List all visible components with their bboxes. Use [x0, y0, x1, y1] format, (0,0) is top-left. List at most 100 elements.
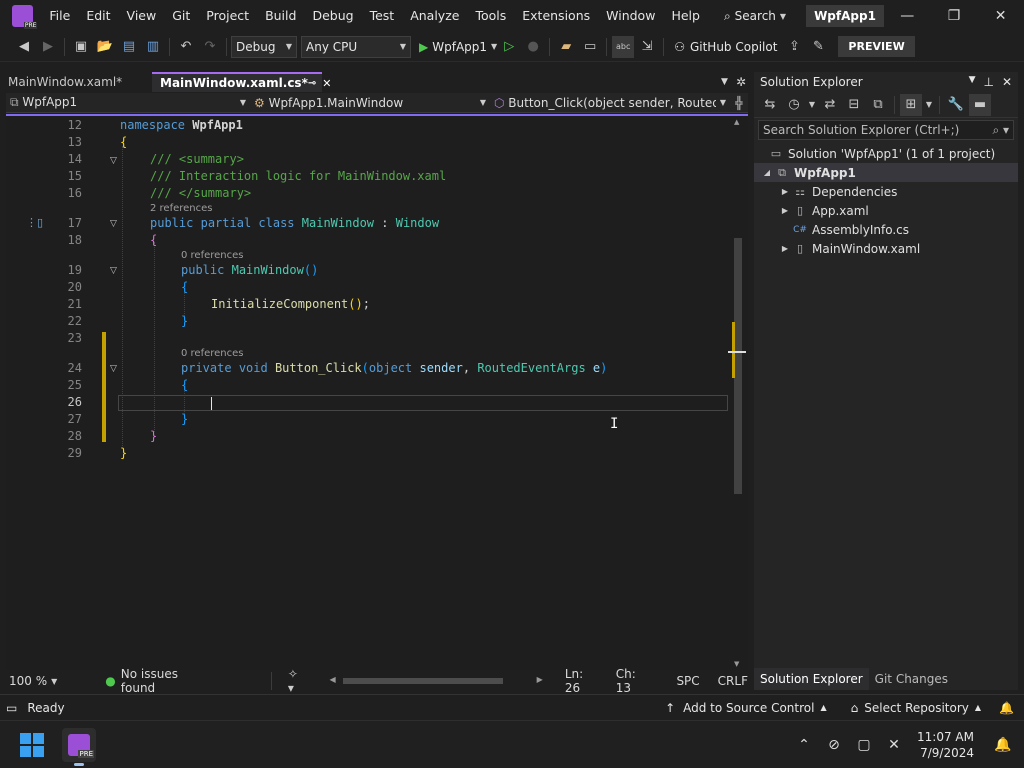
minimize-button[interactable]: —: [884, 0, 931, 32]
platform-dropdown[interactable]: Any CPU ▼: [301, 35, 411, 58]
close-window-button[interactable]: ✕: [977, 0, 1024, 32]
menu-test[interactable]: Test: [362, 0, 403, 32]
visual-studio-taskbar-icon[interactable]: PRE: [62, 727, 96, 766]
tab-solution-explorer[interactable]: Solution Explorer: [754, 668, 869, 690]
view-switcher-icon[interactable]: ⊞: [900, 93, 922, 116]
tree-item-dependencies[interactable]: ▶ ⚏ Dependencies: [754, 182, 1018, 201]
class-navigation-dropdown[interactable]: ⚙ WpfApp1.MainWindow ▼: [250, 93, 490, 113]
undo-icon[interactable]: ↶: [175, 36, 197, 58]
layout-icon[interactable]: ▭: [579, 36, 601, 58]
step-icon[interactable]: ⇲: [636, 36, 658, 58]
project-navigation-dropdown[interactable]: ⧉ WpfApp1 ▼: [6, 93, 250, 113]
open-folder-icon[interactable]: 📂: [94, 36, 116, 58]
save-all-icon[interactable]: ▥: [142, 36, 164, 58]
code-editor[interactable]: 12 13 14 15 16 17 18 19 20 21 22 23 24 25 26 27 28 29 ▽ ▽…: [6, 114, 748, 670]
collapse-all-icon[interactable]: ⊟: [843, 94, 865, 116]
vertical-scrollbar[interactable]: ▲ ▼: [728, 118, 746, 668]
collapsed-arrow-icon[interactable]: ▶: [778, 187, 792, 196]
menu-analyze[interactable]: Analyze: [402, 0, 467, 32]
fold-toggle-icon[interactable]: ▽: [110, 156, 117, 166]
windows-start-icon[interactable]: [20, 732, 44, 757]
pin-icon[interactable]: ⊥: [983, 75, 993, 89]
menu-window[interactable]: Window: [598, 0, 663, 32]
solution-folder-icon[interactable]: ▰: [555, 36, 577, 58]
feedback-icon[interactable]: ✎: [807, 36, 829, 58]
spell-check-icon[interactable]: abc: [612, 35, 635, 58]
scroll-left-icon[interactable]: ◀: [329, 675, 335, 684]
line-indicator[interactable]: Ln: 26: [565, 667, 602, 695]
tree-item-app-xaml[interactable]: ▶ ▯ App.xaml: [754, 201, 1018, 220]
output-panel-icon[interactable]: ▭: [6, 701, 17, 715]
properties-wrench-icon[interactable]: 🔧: [945, 94, 967, 116]
pending-changes-icon[interactable]: ◷: [783, 94, 805, 116]
menu-project[interactable]: Project: [198, 0, 257, 32]
chevron-down-icon[interactable]: ▼: [807, 94, 817, 116]
pin-icon[interactable]: ⊸: [308, 75, 316, 92]
close-icon[interactable]: ✕: [322, 75, 331, 92]
notifications-bell-icon[interactable]: 🔔: [999, 701, 1014, 715]
scrollbar-thumb[interactable]: [343, 678, 504, 684]
menu-extensions[interactable]: Extensions: [514, 0, 598, 32]
menu-tools[interactable]: Tools: [467, 0, 514, 32]
expanded-arrow-icon[interactable]: ◢: [760, 168, 774, 177]
panel-options-icon[interactable]: ▼: [969, 75, 976, 89]
gear-icon[interactable]: ✲: [736, 72, 746, 92]
configuration-dropdown[interactable]: Debug ▼: [231, 35, 297, 58]
line-ending-indicator[interactable]: CRLF: [718, 674, 748, 688]
scrollbar-thumb[interactable]: [734, 238, 742, 494]
volume-muted-icon[interactable]: ✕: [879, 737, 909, 753]
codelens-references[interactable]: 2 references: [150, 203, 213, 214]
whitespace-indicator[interactable]: SPC: [676, 674, 699, 688]
redo-icon[interactable]: ↷: [199, 36, 221, 58]
search-button[interactable]: ⌕ Search ▼: [724, 9, 786, 24]
sync-document-icon[interactable]: ⇆: [759, 94, 781, 116]
chevron-down-icon[interactable]: ▼: [924, 94, 934, 116]
column-indicator[interactable]: Ch: 13: [616, 667, 655, 695]
zoom-dropdown[interactable]: 100 % ▼: [6, 674, 65, 688]
solution-search-input[interactable]: Search Solution Explorer (Ctrl+;) ⌕ ▾: [758, 120, 1014, 140]
share-icon[interactable]: ⇪: [783, 36, 805, 58]
codelens-references[interactable]: 0 references: [181, 250, 244, 261]
split-editor-icon[interactable]: ╬: [730, 96, 748, 110]
show-all-files-icon[interactable]: ⧉: [867, 94, 889, 116]
menu-build[interactable]: Build: [257, 0, 304, 32]
start-without-debugging-icon[interactable]: ▷: [498, 36, 520, 58]
codelens-references[interactable]: 0 references: [181, 348, 244, 359]
tree-item-solution[interactable]: ▭ Solution 'WpfApp1' (1 of 1 project): [754, 144, 1018, 163]
preview-badge[interactable]: PREVIEW: [838, 36, 915, 57]
horizontal-scrollbar[interactable]: ◀ ▶: [329, 675, 543, 687]
menu-debug[interactable]: Debug: [304, 0, 361, 32]
start-debugging-button[interactable]: ▶ WpfApp1 ▼: [419, 40, 497, 54]
clock[interactable]: 11:07 AM 7/9/2024: [917, 729, 974, 761]
code-cleanup-icon[interactable]: ✧ ▾: [288, 667, 308, 695]
tab-overflow-icon[interactable]: ▼: [721, 72, 728, 92]
member-navigation-dropdown[interactable]: ⬡ Button_Click(object sender, RoutedEve▼: [490, 93, 730, 113]
sync-arrows-icon[interactable]: ⇄: [819, 94, 841, 116]
display-icon[interactable]: ▢: [849, 737, 879, 753]
menu-git[interactable]: Git: [164, 0, 198, 32]
navigate-forward-icon[interactable]: ▶: [37, 36, 59, 58]
new-project-icon[interactable]: ▣: [70, 36, 92, 58]
github-copilot-button[interactable]: ⚇ GitHub Copilot: [674, 40, 777, 54]
collapsed-arrow-icon[interactable]: ▶: [778, 244, 792, 253]
scroll-up-icon[interactable]: ▲: [734, 118, 739, 126]
issues-indicator[interactable]: ● No issues found: [105, 667, 215, 695]
fold-toggle-icon[interactable]: ▽: [110, 219, 117, 229]
tree-item-mainwindow-xaml[interactable]: ▶ ▯ MainWindow.xaml: [754, 239, 1018, 258]
tree-item-project[interactable]: ◢ ⧉ WpfApp1: [754, 163, 1018, 182]
menu-view[interactable]: View: [119, 0, 165, 32]
show-hidden-icons-chevron-icon[interactable]: ⌃: [789, 737, 819, 753]
select-repository-button[interactable]: ⌂ Select Repository ▲: [851, 701, 981, 715]
menu-file[interactable]: File: [41, 0, 78, 32]
hot-reload-icon[interactable]: ●: [522, 36, 544, 58]
preview-selected-icon[interactable]: ▬: [969, 93, 991, 116]
menu-edit[interactable]: Edit: [78, 0, 118, 32]
tab-git-changes[interactable]: Git Changes: [869, 668, 954, 690]
close-icon[interactable]: ✕: [1002, 75, 1012, 89]
navigate-back-icon[interactable]: ◀: [13, 36, 35, 58]
maximize-button[interactable]: ❐: [931, 0, 978, 32]
tree-item-assemblyinfo[interactable]: C# AssemblyInfo.cs: [754, 220, 1018, 239]
fold-toggle-icon[interactable]: ▽: [110, 364, 117, 374]
add-to-source-control-button[interactable]: ↑ Add to Source Control ▲: [665, 701, 827, 715]
scroll-down-icon[interactable]: ▼: [734, 660, 739, 668]
